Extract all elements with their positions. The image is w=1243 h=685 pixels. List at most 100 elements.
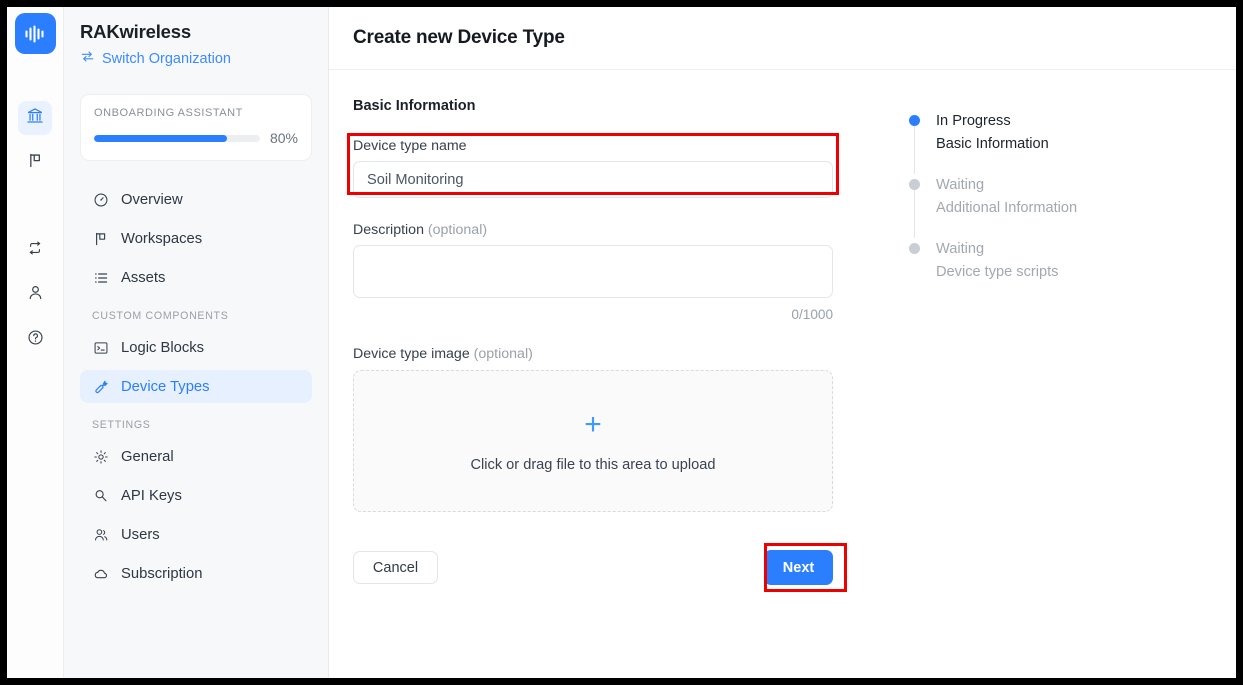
image-upload-dropzone[interactable]: + Click or drag file to this area to upl… <box>353 370 833 512</box>
icon-rail <box>7 7 64 678</box>
gear-icon <box>92 448 109 465</box>
onboarding-title: ONBOARDING ASSISTANT <box>94 107 243 119</box>
wrench-icon <box>92 378 109 395</box>
description-field: Description (optional) 0/1000 <box>353 222 863 322</box>
step-dot-icon <box>909 243 920 255</box>
switch-icon <box>80 49 95 68</box>
description-textarea[interactable] <box>353 245 833 298</box>
flag-icon <box>27 152 44 174</box>
key-icon <box>92 487 109 504</box>
step-status: In Progress <box>936 113 1011 129</box>
device-type-image-label-text: Device type image <box>353 346 470 362</box>
sidebar-item-label: Assets <box>121 269 166 286</box>
section-label-settings: SETTINGS <box>92 419 151 431</box>
terminal-icon <box>92 339 109 356</box>
step-body: In Progress Basic Information <box>936 110 1049 174</box>
bank-icon <box>26 107 44 130</box>
section-label-custom-components: CUSTOM COMPONENTS <box>92 310 229 322</box>
users-icon <box>92 526 109 543</box>
step-connector-line <box>914 126 915 175</box>
sidebar-item-overview[interactable]: Overview <box>80 183 312 216</box>
sidebar-item-label: General <box>121 448 174 465</box>
progress-percent-label: 80% <box>269 130 298 146</box>
device-type-name-field: Device type name <box>347 133 863 198</box>
cancel-button[interactable]: Cancel <box>353 551 438 584</box>
description-label: Description (optional) <box>353 222 863 238</box>
switch-organization-label: Switch Organization <box>102 50 231 67</box>
step-body: Waiting Additional Information <box>936 174 1077 238</box>
sidebar-item-subscription[interactable]: Subscription <box>80 557 312 590</box>
sidebar-item-label: Subscription <box>121 565 203 582</box>
step-dot-icon <box>909 179 920 191</box>
main-body: Basic Information Device type name Descr… <box>329 70 1236 678</box>
step-item: In Progress Basic Information <box>909 110 1077 175</box>
device-type-name-input[interactable] <box>353 161 833 198</box>
next-button-wrapper: Next <box>764 543 847 592</box>
sidebar-item-label: API Keys <box>121 487 182 504</box>
cloud-icon <box>92 565 109 582</box>
step-status: Waiting <box>936 177 985 194</box>
form-actions: Cancel Next <box>353 543 847 592</box>
description-counter: 0/1000 <box>791 307 833 322</box>
gauge-icon <box>92 191 109 208</box>
page-title: Create new Device Type <box>353 27 565 48</box>
question-circle-icon <box>27 329 44 351</box>
sidebar-item-assets[interactable]: Assets <box>80 261 312 294</box>
dropzone-label: Click or drag file to this area to uploa… <box>470 456 716 473</box>
sidebar-nav: Overview Workspaces Assets CUSTOM COMPON… <box>80 183 312 590</box>
sidebar-item-workspaces[interactable]: Workspaces <box>80 222 312 255</box>
step-item: Waiting Additional Information <box>909 174 1077 239</box>
sidebar-item-label: Device Types <box>121 378 210 395</box>
rail-item-organization[interactable] <box>18 101 52 135</box>
step-connector-line <box>914 190 915 239</box>
sidebar-item-api-keys[interactable]: API Keys <box>80 479 312 512</box>
sidebar-item-label: Workspaces <box>121 230 203 247</box>
main-content: Create new Device Type Basic Information… <box>329 7 1236 678</box>
step-rail <box>909 238 920 302</box>
sidebar-item-users[interactable]: Users <box>80 518 312 551</box>
progress-bar-track <box>94 134 260 142</box>
step-item: Waiting Device type scripts <box>909 238 1077 302</box>
flag-icon <box>92 230 109 247</box>
onboarding-assistant-card[interactable]: ONBOARDING ASSISTANT 80% <box>80 94 312 161</box>
sidebar-item-label: Logic Blocks <box>121 339 205 356</box>
repeat-icon <box>27 240 43 261</box>
onboarding-progress: 80% <box>94 130 298 146</box>
sidebar: RAKwireless Switch Organization ONBOARDI… <box>64 7 329 678</box>
list-icon <box>92 269 109 286</box>
device-type-image-optional-text: (optional) <box>473 346 533 362</box>
sidebar-item-device-types[interactable]: Device Types <box>80 370 312 403</box>
waveform-logo-icon[interactable] <box>14 13 56 54</box>
sidebar-item-label: Users <box>121 526 160 543</box>
step-name: Device type scripts <box>936 264 1059 281</box>
next-button[interactable]: Next <box>764 550 833 585</box>
rail-item-sync[interactable] <box>18 233 52 267</box>
plus-icon: + <box>584 407 602 441</box>
main-header: Create new Device Type <box>329 7 1236 70</box>
rail-item-help[interactable] <box>18 323 52 357</box>
progress-bar-fill <box>94 134 227 142</box>
switch-organization-button[interactable]: Switch Organization <box>80 49 312 68</box>
step-name: Additional Information <box>936 199 1078 216</box>
rail-item-user[interactable] <box>18 278 52 312</box>
step-status: Waiting <box>936 241 985 258</box>
step-name: Basic Information <box>936 135 1049 152</box>
device-type-image-field: Device type image (optional) + Click or … <box>353 346 863 512</box>
step-rail <box>909 174 920 239</box>
step-dot-icon <box>909 115 920 126</box>
steps-progress: In Progress Basic Information Waiting Ad… <box>909 98 1077 678</box>
device-type-image-label: Device type image (optional) <box>353 346 863 362</box>
step-body: Waiting Device type scripts <box>936 238 1058 302</box>
sidebar-item-label: Overview <box>121 191 183 208</box>
description-label-text: Description <box>353 222 424 238</box>
organization-name: RAKwireless <box>80 21 191 42</box>
device-type-name-label: Device type name <box>353 138 467 154</box>
person-icon <box>27 284 44 306</box>
description-optional-text: (optional) <box>427 222 488 238</box>
app-window: RAKwireless Switch Organization ONBOARDI… <box>7 7 1236 678</box>
sidebar-item-general[interactable]: General <box>80 440 312 473</box>
device-type-form: Basic Information Device type name Descr… <box>347 98 863 678</box>
section-heading-basic-information: Basic Information <box>353 98 476 114</box>
rail-item-flag[interactable] <box>18 146 52 180</box>
sidebar-item-logic-blocks[interactable]: Logic Blocks <box>80 331 312 364</box>
